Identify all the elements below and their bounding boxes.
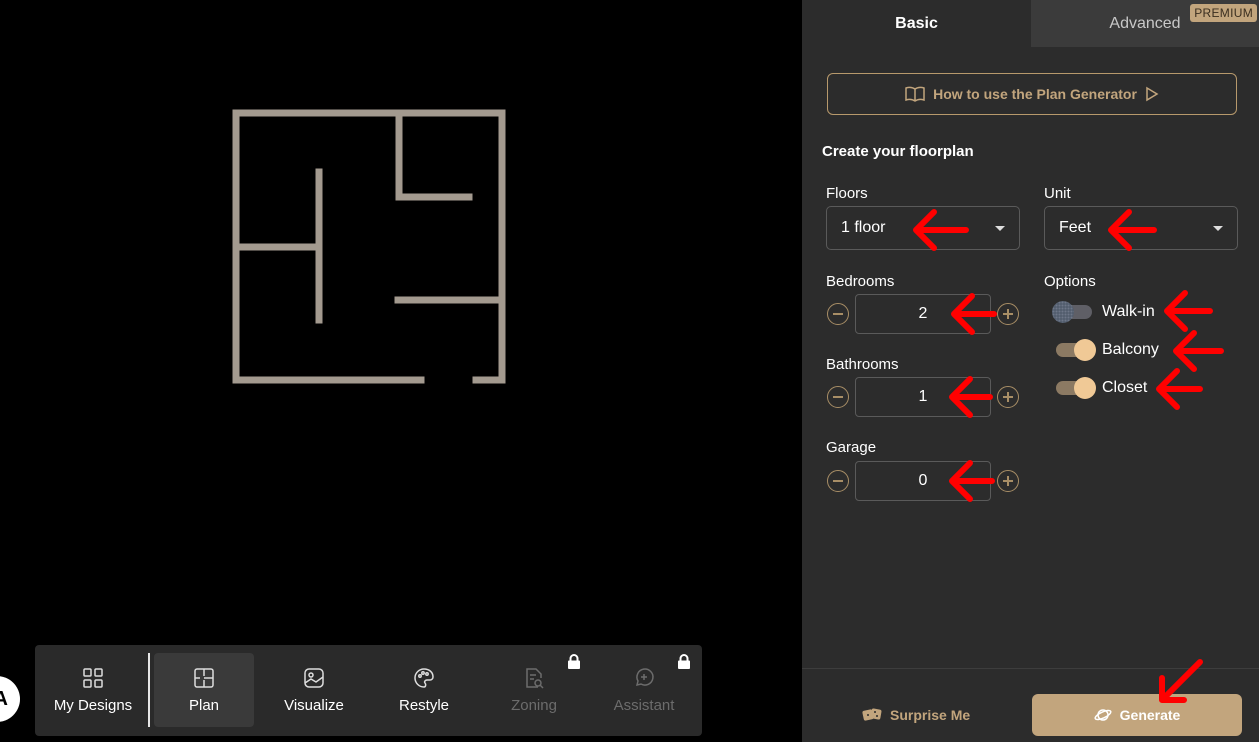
chat-icon [635, 667, 654, 686]
tab-label: Advanced [1109, 14, 1181, 32]
options-label: Options [1044, 273, 1096, 290]
premium-badge: PREMIUM [1190, 4, 1257, 22]
toggle-knob [1052, 301, 1074, 323]
bottom-toolbar: My Designs Plan Visualize Restyle Zoning [35, 645, 702, 736]
grid-icon [83, 667, 103, 688]
lock-icon [568, 654, 580, 669]
garage-value: 0 [918, 472, 928, 489]
toggle-knob [1074, 339, 1096, 361]
section-title: Create your floorplan [822, 143, 974, 160]
surprise-me-label: Surprise Me [890, 707, 971, 723]
image-icon [304, 667, 324, 688]
dice-icon [862, 708, 882, 721]
closet-label: Closet [1102, 379, 1148, 396]
plan-canvas[interactable] [0, 0, 802, 742]
panel-divider [802, 668, 1259, 669]
toggle-knob [1074, 377, 1096, 399]
bedrooms-value: 2 [918, 305, 928, 322]
planet-icon [1094, 709, 1112, 721]
chevron-down-icon [1213, 226, 1223, 231]
tool-label: Assistant [613, 696, 675, 714]
avatar-initial: A [0, 687, 8, 710]
tab-advanced[interactable]: Advanced PREMIUM [1031, 0, 1259, 47]
surprise-me-button[interactable]: Surprise Me [862, 696, 970, 734]
bathrooms-label: Bathrooms [826, 356, 899, 373]
tool-plan[interactable]: Plan [154, 653, 254, 727]
tool-my-designs[interactable]: My Designs [43, 653, 143, 727]
bedrooms-decrement-button[interactable] [827, 303, 849, 325]
bedrooms-label: Bedrooms [826, 273, 895, 290]
tool-label: Zoning [511, 696, 557, 714]
unit-value: Feet [1059, 219, 1092, 236]
tab-basic[interactable]: Basic [802, 0, 1031, 47]
palette-icon [414, 667, 434, 688]
tool-restyle[interactable]: Restyle [374, 653, 474, 727]
garage-input[interactable]: 0 [855, 461, 991, 501]
closet-toggle[interactable] [1056, 377, 1096, 399]
balcony-toggle[interactable] [1056, 339, 1096, 361]
tab-label: Basic [895, 14, 938, 32]
how-to-button[interactable]: How to use the Plan Generator [827, 73, 1237, 115]
balcony-label: Balcony [1102, 341, 1159, 358]
unit-label: Unit [1044, 185, 1071, 202]
how-to-label: How to use the Plan Generator [933, 86, 1137, 102]
toolbar-divider [148, 653, 150, 727]
unit-select[interactable]: Feet [1044, 206, 1238, 250]
generate-button[interactable]: Generate [1032, 694, 1242, 736]
floors-value: 1 floor [841, 219, 886, 236]
chevron-down-icon [995, 226, 1005, 231]
tool-label: Restyle [398, 696, 450, 714]
garage-increment-button[interactable] [997, 470, 1019, 492]
garage-decrement-button[interactable] [827, 470, 849, 492]
lock-icon [678, 654, 690, 669]
walkin-label: Walk-in [1102, 303, 1155, 320]
tool-label: My Designs [53, 696, 133, 714]
plan-generator-panel: Basic Advanced PREMIUM How to use the Pl… [802, 0, 1259, 742]
floors-select[interactable]: 1 floor [826, 206, 1020, 250]
garage-label: Garage [826, 439, 877, 456]
bedrooms-input[interactable]: 2 [855, 294, 991, 334]
bathrooms-decrement-button[interactable] [827, 386, 849, 408]
bathrooms-input[interactable]: 1 [855, 377, 991, 417]
document-search-icon [526, 667, 544, 689]
play-icon [1146, 86, 1159, 102]
floors-label: Floors [826, 185, 868, 202]
tool-label: Plan [188, 696, 220, 714]
bathrooms-value: 1 [918, 388, 928, 405]
tool-label: Visualize [284, 696, 344, 714]
walkin-toggle[interactable] [1052, 301, 1092, 323]
tool-visualize[interactable]: Visualize [264, 653, 364, 727]
floorplan-drawing [232, 109, 506, 384]
book-icon [905, 86, 925, 102]
floorplan-icon [194, 667, 214, 688]
generate-label: Generate [1119, 707, 1181, 723]
bathrooms-increment-button[interactable] [997, 386, 1019, 408]
bedrooms-increment-button[interactable] [997, 303, 1019, 325]
